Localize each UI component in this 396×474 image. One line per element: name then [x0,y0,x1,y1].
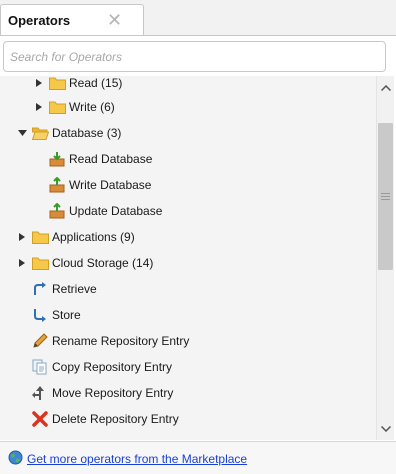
tree-item-label: Write (6) [69,100,115,114]
folder-icon [31,229,49,245]
vertical-scrollbar[interactable] [376,76,394,440]
expand-arrow-icon[interactable] [34,78,44,88]
tree-item-write[interactable]: Write (6) [34,95,115,119]
operator-label: Delete Repository Entry [52,412,179,426]
operator-rename-repository-entry[interactable]: Rename Repository Entry [31,329,189,353]
operator-label: Update Database [69,204,163,218]
operator-update-database[interactable]: Update Database [48,199,162,223]
folder-open-icon [31,125,49,141]
operator-copy-repository-entry[interactable]: Copy Repository Entry [31,355,172,379]
expand-arrow-icon[interactable] [34,102,44,112]
tree-item-cloud-storage[interactable]: Cloud Storage (14) [17,251,153,275]
operator-move-repository-entry[interactable]: Move Repository Entry [31,381,173,405]
close-icon[interactable]: ✕ [107,10,122,30]
operator-tree: Read (15) Write (6) Database (3) Read Da… [0,76,376,440]
read-database-icon [48,151,66,167]
globe-icon [8,450,23,468]
folder-icon [48,99,66,115]
operators-tab[interactable]: Operators ✕ [0,4,144,36]
operator-label: Read Database [69,152,153,166]
operator-delete-repository-entry[interactable]: Delete Repository Entry [31,407,179,431]
collapse-arrow-icon[interactable] [17,128,27,138]
tree-item-applications[interactable]: Applications (9) [17,225,135,249]
operator-label: Write Database [69,178,152,192]
move-icon [31,385,49,401]
pencil-icon [31,333,49,349]
marketplace-footer: Get more operators from the Marketplace [0,441,396,474]
scrollbar-thumb[interactable] [378,123,393,270]
store-icon [31,307,49,323]
folder-icon [31,255,49,271]
operator-label: Store [52,308,81,322]
tab-title: Operators [8,13,71,28]
operator-label: Move Repository Entry [52,386,174,400]
folder-icon [48,76,66,91]
search-input[interactable] [3,41,386,72]
expand-arrow-icon[interactable] [17,258,27,268]
copy-icon [31,359,49,375]
tree-item-database[interactable]: Database (3) [17,121,121,145]
operator-read-database[interactable]: Read Database [48,147,152,171]
grip-line [381,199,390,200]
operator-write-database[interactable]: Write Database [48,173,151,197]
delete-icon [31,411,49,427]
operator-retrieve[interactable]: Retrieve [31,277,97,301]
tree-item-label: Read (15) [69,76,123,90]
operator-store[interactable]: Store [31,303,81,327]
marketplace-link[interactable]: Get more operators from the Marketplace [27,452,247,466]
tree-item-read[interactable]: Read (15) [34,76,122,95]
write-database-icon [48,177,66,193]
grip-line [381,196,390,197]
tree-item-label: Cloud Storage (14) [52,256,154,270]
scroll-up-icon[interactable] [377,79,394,97]
scroll-down-icon[interactable] [377,420,394,438]
tree-item-label: Database (3) [52,126,122,140]
operator-label: Copy Repository Entry [52,360,173,374]
retrieve-icon [31,281,49,297]
grip-line [381,193,390,194]
update-database-icon [48,203,66,219]
operator-label: Rename Repository Entry [52,334,190,348]
tree-item-label: Applications (9) [52,230,135,244]
expand-arrow-icon[interactable] [17,232,27,242]
operator-label: Retrieve [52,282,97,296]
